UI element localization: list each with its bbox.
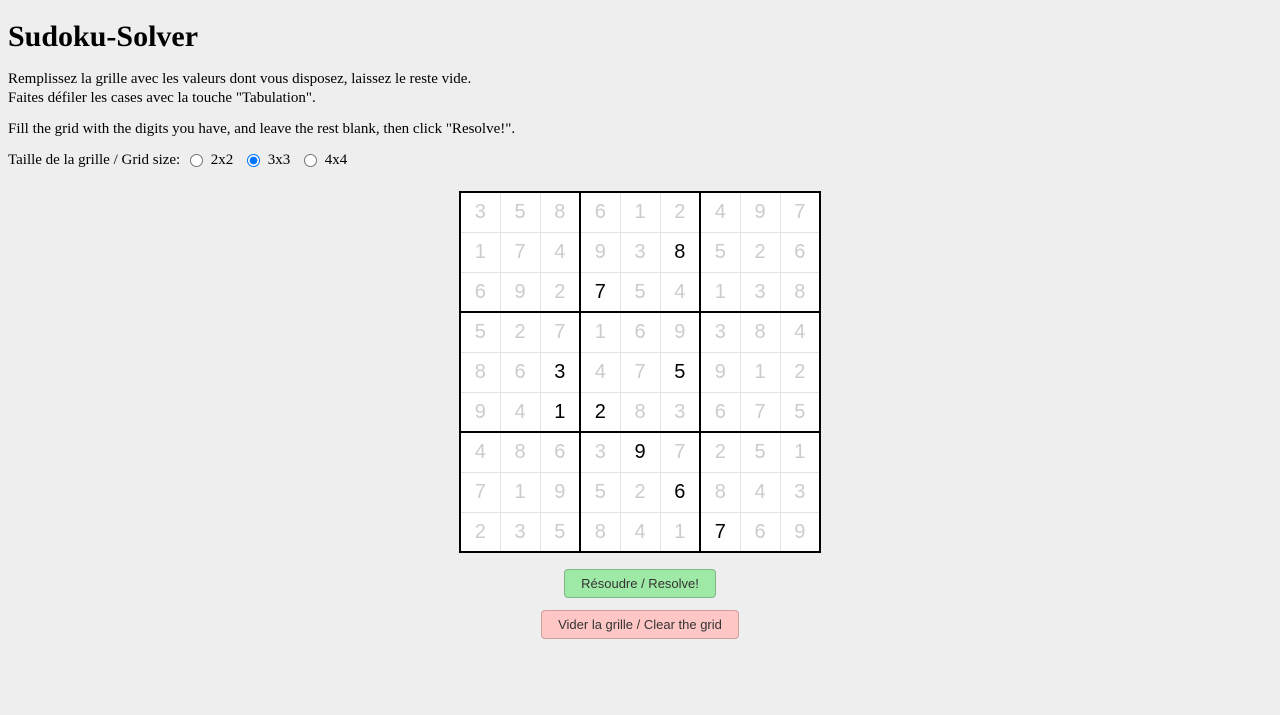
sudoku-cell[interactable] [741,393,780,432]
sudoku-cell[interactable] [621,273,660,312]
grid-size-4x4-radio[interactable] [304,154,317,167]
sudoku-cell[interactable] [741,433,780,472]
sudoku-cell[interactable] [781,313,820,352]
sudoku-cell[interactable] [461,193,500,232]
sudoku-cell[interactable] [701,273,740,312]
sudoku-cell[interactable] [741,313,780,352]
sudoku-cell[interactable] [501,513,540,552]
instructions-fr: Remplissez la grille avec les valeurs do… [8,70,1272,108]
sudoku-cell[interactable] [741,353,780,392]
sudoku-cell[interactable] [701,193,740,232]
sudoku-cell[interactable] [621,433,660,472]
sudoku-cell[interactable] [701,473,740,512]
sudoku-cell[interactable] [541,233,580,272]
sudoku-cell[interactable] [541,273,580,312]
sudoku-cell[interactable] [461,273,500,312]
sudoku-cell[interactable] [781,353,820,392]
sudoku-cell[interactable] [781,393,820,432]
sudoku-cell[interactable] [781,273,820,312]
resolve-button[interactable]: Résoudre / Resolve! [564,569,716,598]
sudoku-cell[interactable] [541,393,580,432]
sudoku-cell[interactable] [741,513,780,552]
sudoku-cell[interactable] [661,233,700,272]
sudoku-cell[interactable] [701,233,740,272]
sudoku-cell[interactable] [581,433,620,472]
sudoku-cell[interactable] [461,233,500,272]
sudoku-cell[interactable] [661,273,700,312]
sudoku-cell[interactable] [581,393,620,432]
grid-size-3x3-label[interactable]: 3x3 [268,152,291,168]
sudoku-cell[interactable] [781,473,820,512]
sudoku-cell[interactable] [501,353,540,392]
sudoku-cell[interactable] [541,313,580,352]
sudoku-cell[interactable] [581,513,620,552]
sudoku-cell[interactable] [581,353,620,392]
sudoku-cell[interactable] [701,353,740,392]
sudoku-cell[interactable] [661,433,700,472]
sudoku-cell[interactable] [581,193,620,232]
sudoku-cell[interactable] [581,313,620,352]
sudoku-cell[interactable] [781,233,820,272]
sudoku-cell[interactable] [621,513,660,552]
sudoku-cell[interactable] [701,433,740,472]
sudoku-cell[interactable] [701,393,740,432]
sudoku-cell[interactable] [541,193,580,232]
sudoku-cell[interactable] [741,193,780,232]
sudoku-cell[interactable] [621,193,660,232]
sudoku-cell[interactable] [541,513,580,552]
grid-size-3x3-radio[interactable] [247,154,260,167]
sudoku-cell[interactable] [501,473,540,512]
sudoku-cell[interactable] [541,353,580,392]
sudoku-cell[interactable] [581,233,620,272]
sudoku-cell[interactable] [501,193,540,232]
grid-size-2x2-label[interactable]: 2x2 [211,152,234,168]
sudoku-cell[interactable] [501,313,540,352]
page-title: Sudoku-Solver [8,20,1272,54]
grid-size-row: Taille de la grille / Grid size: 2x2 3x3… [8,152,1272,169]
sudoku-cell[interactable] [661,473,700,512]
sudoku-cell[interactable] [461,353,500,392]
sudoku-cell[interactable] [461,473,500,512]
sudoku-cell[interactable] [461,433,500,472]
sudoku-cell[interactable] [701,513,740,552]
sudoku-cell[interactable] [781,513,820,552]
sudoku-cell[interactable] [541,433,580,472]
sudoku-cell[interactable] [461,393,500,432]
instructions-en: Fill the grid with the digits you have, … [8,120,1272,139]
sudoku-cell[interactable] [661,193,700,232]
sudoku-cell[interactable] [741,233,780,272]
sudoku-cell[interactable] [541,473,580,512]
sudoku-cell[interactable] [661,393,700,432]
sudoku-cell[interactable] [501,233,540,272]
sudoku-cell[interactable] [661,313,700,352]
sudoku-cell[interactable] [501,393,540,432]
sudoku-cell[interactable] [621,353,660,392]
grid-size-4x4-label[interactable]: 4x4 [325,152,348,168]
sudoku-cell[interactable] [461,313,500,352]
sudoku-cell[interactable] [701,313,740,352]
sudoku-cell[interactable] [621,233,660,272]
sudoku-cell[interactable] [661,353,700,392]
sudoku-cell[interactable] [781,193,820,232]
grid-size-2x2-radio[interactable] [190,154,203,167]
instructions-fr-line2: Faites défiler les cases avec la touche … [8,90,316,106]
sudoku-cell[interactable] [501,273,540,312]
sudoku-cell[interactable] [781,433,820,472]
sudoku-cell[interactable] [581,273,620,312]
sudoku-cell[interactable] [741,273,780,312]
sudoku-cell[interactable] [621,313,660,352]
instructions-fr-line1: Remplissez la grille avec les valeurs do… [8,71,471,87]
sudoku-cell[interactable] [461,513,500,552]
sudoku-grid [459,191,821,553]
sudoku-cell[interactable] [621,473,660,512]
sudoku-cell[interactable] [581,473,620,512]
sudoku-cell[interactable] [501,433,540,472]
sudoku-cell[interactable] [741,473,780,512]
clear-button[interactable]: Vider la grille / Clear the grid [541,610,739,639]
sudoku-cell[interactable] [661,513,700,552]
sudoku-cell[interactable] [621,393,660,432]
grid-size-label: Taille de la grille / Grid size: [8,152,180,168]
